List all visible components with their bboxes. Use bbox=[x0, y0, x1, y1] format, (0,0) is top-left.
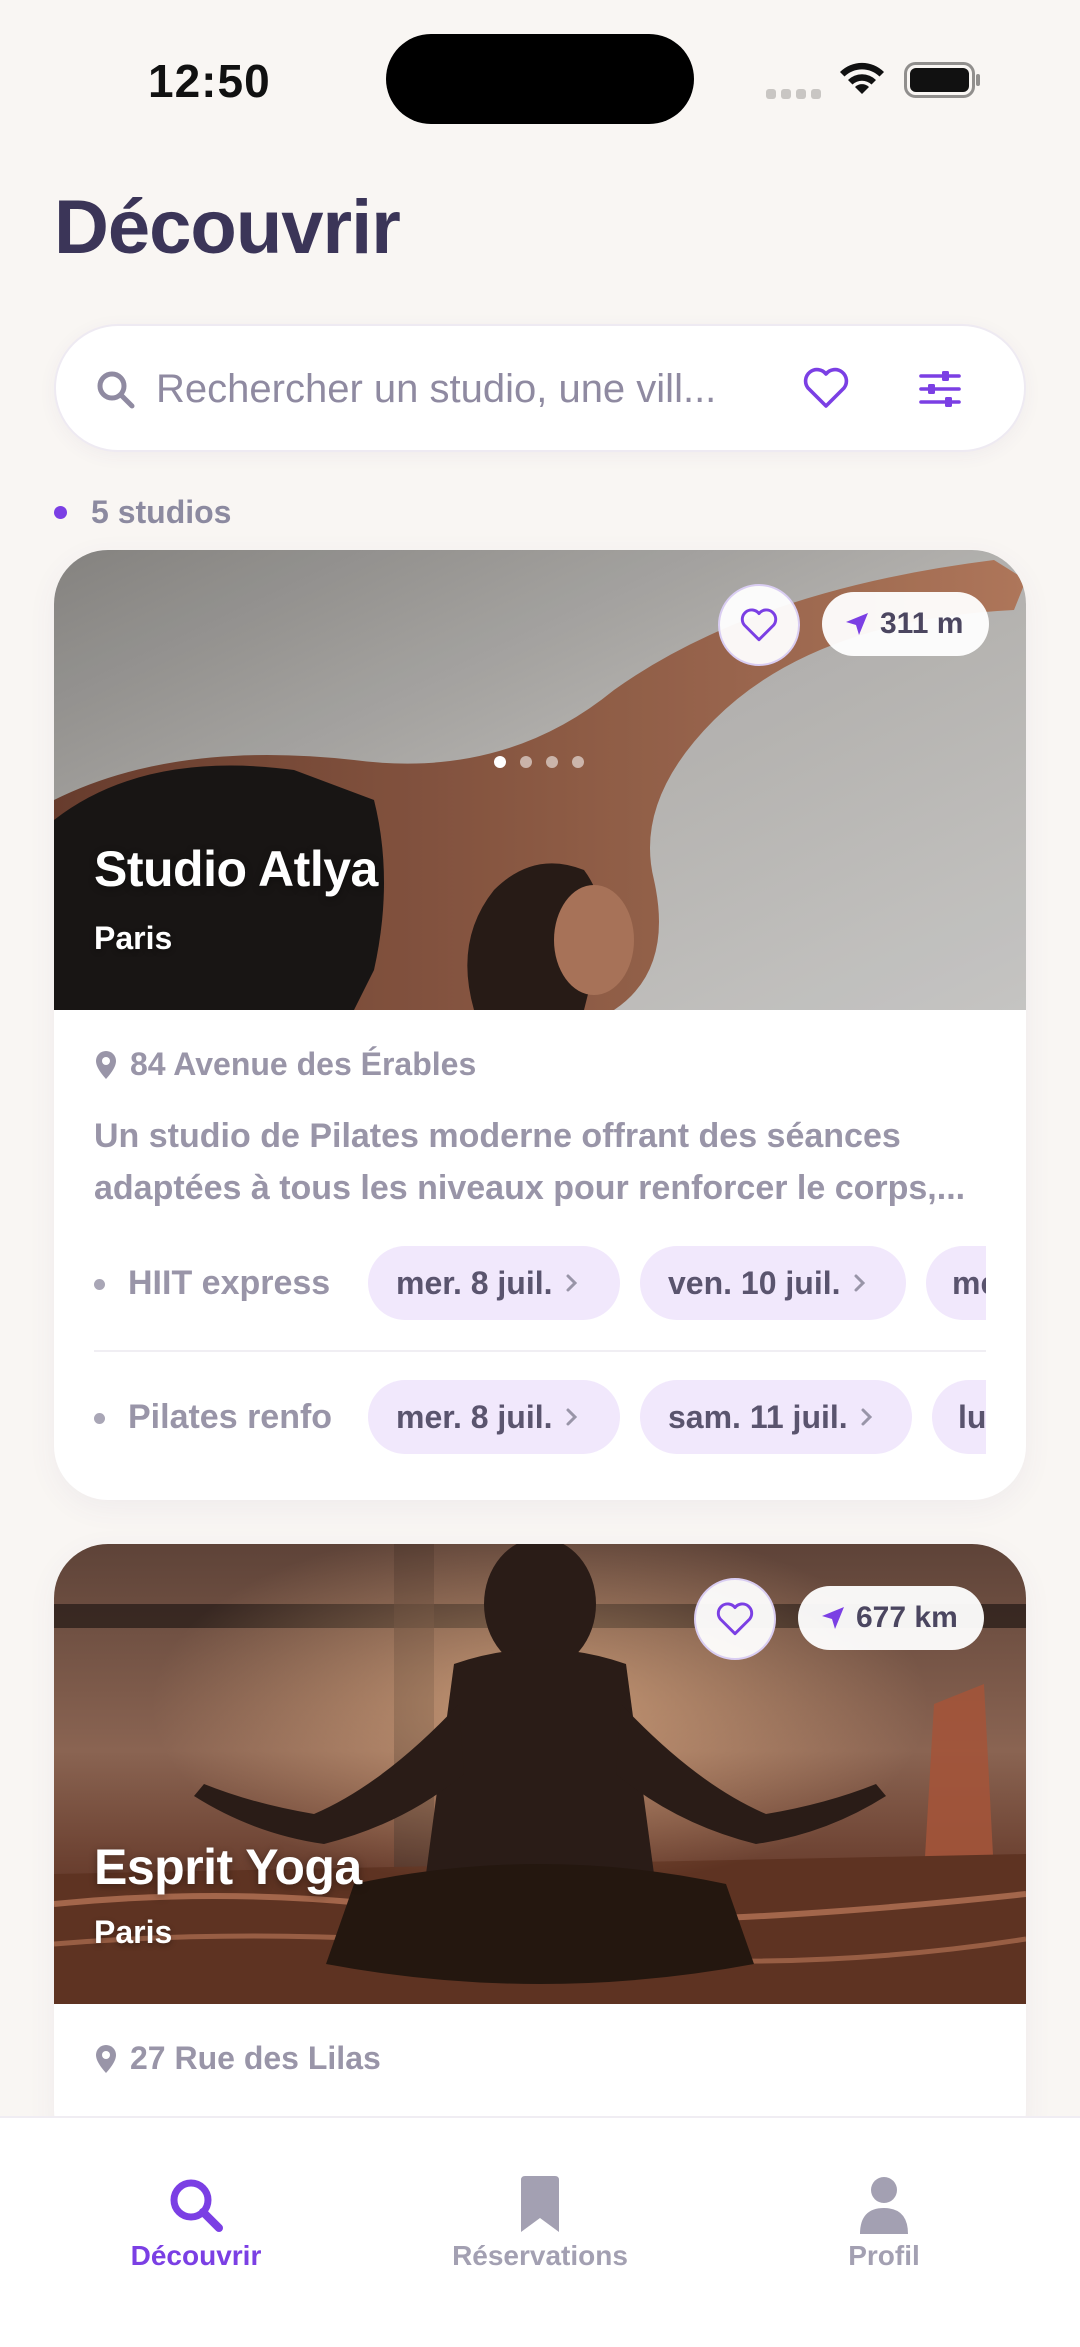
studio-photo[interactable]: 311 m Studio Atlya Paris bbox=[54, 550, 1026, 1010]
date-chip-label: mer. 8 juil. bbox=[396, 1264, 553, 1301]
session-bullet bbox=[94, 1279, 105, 1290]
wifi-icon bbox=[840, 62, 884, 94]
tab-profile[interactable]: Profil bbox=[774, 2174, 994, 2272]
studio-card[interactable]: 311 m Studio Atlya Paris 84 Avenue des É… bbox=[54, 550, 1026, 1500]
studio-city: Paris bbox=[94, 920, 173, 956]
map-pin-icon bbox=[96, 1050, 116, 1079]
location-arrow-icon bbox=[822, 1607, 844, 1629]
person-icon bbox=[860, 2177, 908, 2234]
search-icon bbox=[97, 371, 135, 409]
studio-city: Paris bbox=[94, 1914, 173, 1950]
search-input[interactable] bbox=[156, 356, 796, 422]
distance-badge: 311 m bbox=[822, 592, 990, 656]
map-pin-icon bbox=[96, 2044, 116, 2073]
session-row: HIIT express mer. 8 juil. ven. 10 juil. … bbox=[94, 1246, 986, 1320]
search-icon bbox=[170, 2179, 223, 2232]
heart-icon bbox=[740, 608, 778, 642]
dynamic-island bbox=[386, 34, 694, 124]
bookmark-icon bbox=[521, 2176, 559, 2232]
favorites-filter-heart-icon[interactable] bbox=[802, 366, 850, 410]
location-arrow-icon bbox=[846, 613, 868, 635]
status-time: 12:50 bbox=[148, 55, 271, 107]
search-bar bbox=[54, 324, 1026, 452]
favorite-button[interactable] bbox=[694, 1578, 776, 1660]
studio-photo[interactable]: 677 km Esprit Yoga Paris bbox=[54, 1544, 1026, 2004]
date-chip-label: mer. 8 juil. bbox=[396, 1398, 553, 1435]
chevron-right-icon bbox=[566, 1408, 577, 1426]
status-bar: 12:50 bbox=[0, 0, 1080, 160]
distance-badge: 677 km bbox=[798, 1586, 984, 1650]
results-count: 5 studios bbox=[54, 492, 231, 532]
date-chip-label: ven. 10 juil. bbox=[668, 1264, 841, 1301]
battery-icon bbox=[904, 62, 980, 98]
chevron-right-icon bbox=[861, 1408, 872, 1426]
date-chip-label: me bbox=[952, 1264, 986, 1301]
tab-label: Découvrir bbox=[130, 2240, 262, 2271]
tab-discover[interactable]: Découvrir bbox=[86, 2174, 306, 2272]
session-name: Pilates renfo bbox=[128, 1398, 333, 1436]
distance-value: 677 km bbox=[856, 1601, 958, 1634]
page-title: Découvrir bbox=[54, 185, 401, 270]
chevron-right-icon bbox=[854, 1274, 865, 1292]
date-chip[interactable]: ven. 10 juil. bbox=[640, 1246, 906, 1320]
studio-address: 27 Rue des Lilas bbox=[94, 2040, 381, 2077]
studio-name: Esprit Yoga bbox=[94, 1839, 362, 1895]
distance-value: 311 m bbox=[880, 607, 964, 640]
results-count-label: 5 studios bbox=[91, 493, 232, 530]
favorite-button[interactable] bbox=[718, 584, 800, 666]
cellular-signal-icon bbox=[766, 86, 826, 104]
photo-pagination-dots bbox=[494, 756, 598, 768]
chevron-right-icon bbox=[566, 1274, 577, 1292]
tab-label: Réservations bbox=[452, 2240, 628, 2271]
bottom-tab-bar: Découvrir Réservations Profil bbox=[0, 2116, 1080, 2347]
address-text: 27 Rue des Lilas bbox=[130, 2040, 381, 2076]
session-divider bbox=[94, 1350, 986, 1352]
date-chip-label: sam. 11 juil. bbox=[668, 1398, 848, 1435]
tab-reservations[interactable]: Réservations bbox=[430, 2174, 650, 2272]
date-chip[interactable]: mer. 8 juil. bbox=[368, 1246, 620, 1320]
description-line: Un studio de Pilates moderne offrant des… bbox=[94, 1117, 901, 1155]
filter-sliders-icon[interactable] bbox=[918, 368, 962, 410]
studio-name: Studio Atlya bbox=[94, 841, 378, 897]
studio-address: 84 Avenue des Érables bbox=[94, 1046, 476, 1083]
studio-description: Un studio de Pilates moderne offrant des… bbox=[94, 1110, 984, 1214]
tab-label: Profil bbox=[848, 2240, 920, 2271]
session-row: Pilates renfo mer. 8 juil. sam. 11 juil.… bbox=[94, 1380, 986, 1454]
heart-icon bbox=[716, 1602, 754, 1636]
session-bullet bbox=[94, 1413, 105, 1424]
date-chip[interactable]: lu bbox=[932, 1380, 986, 1454]
address-text: 84 Avenue des Érables bbox=[130, 1046, 477, 1082]
studio-card[interactable]: 677 km Esprit Yoga Paris 27 Rue des Lila… bbox=[54, 1544, 1026, 2164]
date-chip[interactable]: mer. 8 juil. bbox=[368, 1380, 620, 1454]
session-name: HIIT express bbox=[128, 1264, 331, 1302]
date-chip[interactable]: me bbox=[926, 1246, 986, 1320]
date-chip-label: lu bbox=[958, 1398, 986, 1435]
count-dot bbox=[54, 505, 67, 519]
description-line: adaptées à tous les niveaux pour renforc… bbox=[94, 1169, 966, 1207]
date-chip[interactable]: sam. 11 juil. bbox=[640, 1380, 912, 1454]
